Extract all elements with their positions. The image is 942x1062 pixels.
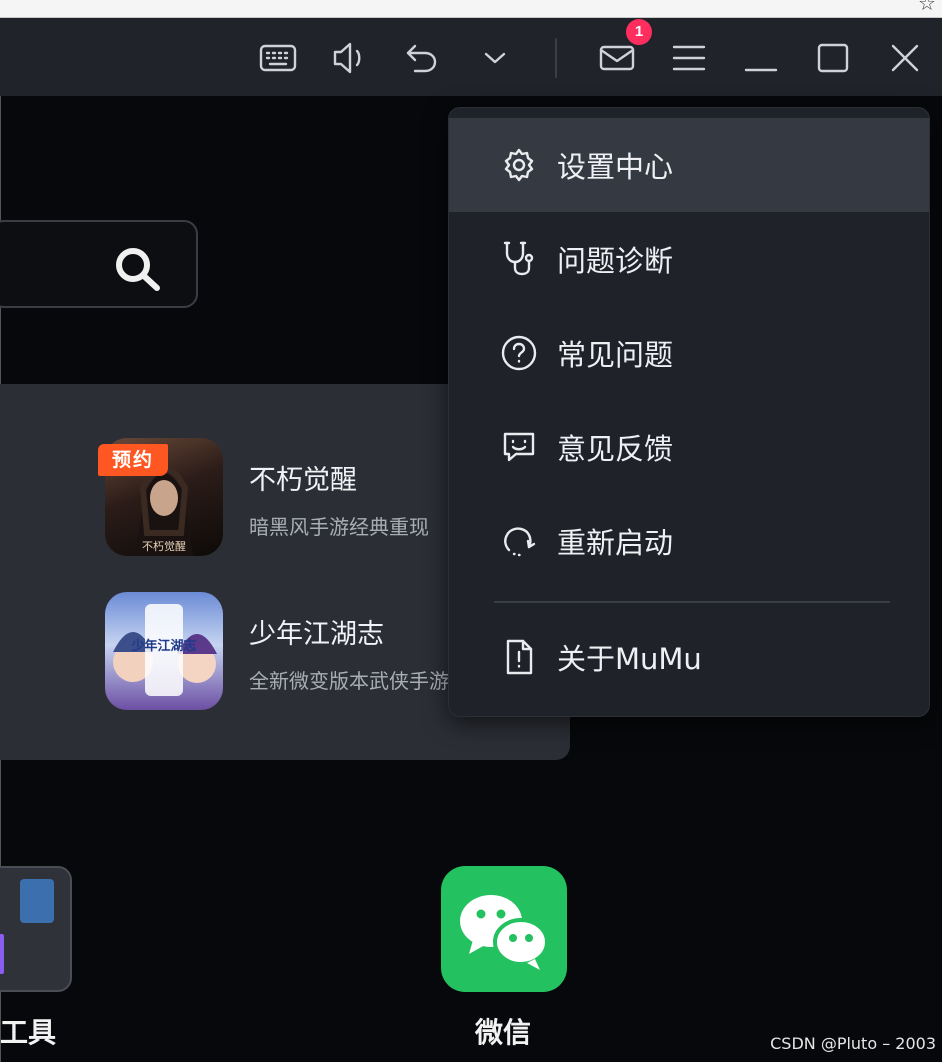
game-icon-shaonian-jianghuzhi[interactable]: 少年江湖志 xyxy=(105,592,223,710)
keyboard-icon xyxy=(259,44,297,72)
close-button[interactable] xyxy=(885,39,925,77)
hamburger-menu-icon xyxy=(672,45,706,71)
wechat-app-label[interactable]: 微信 xyxy=(475,1011,531,1051)
game-description: 全新微变版本武侠手游 xyxy=(249,669,449,693)
game-title[interactable]: 少年江湖志 xyxy=(249,612,384,651)
watermark: CSDN @Pluto – 2003 xyxy=(770,1034,936,1053)
menu-item-label: 设置中心 xyxy=(557,150,674,184)
search-bar[interactable] xyxy=(0,220,198,308)
mail-icon xyxy=(599,45,635,71)
menu-item-faq[interactable]: 常见问题 xyxy=(449,306,929,400)
minimize-button[interactable] xyxy=(741,39,781,77)
browser-top-strip: ☆ xyxy=(0,0,942,18)
menu-item-label: 关于MuMu xyxy=(557,642,702,676)
game-description: 暗黑风手游经典重现 xyxy=(249,515,429,539)
close-icon xyxy=(891,44,919,72)
bookmark-star-icon[interactable]: ☆ xyxy=(916,0,938,14)
volume-button[interactable] xyxy=(330,39,370,77)
menu-item-diagnosis[interactable]: 问题诊断 xyxy=(449,212,929,306)
mail-badge: 1 xyxy=(626,19,652,45)
game2-artwork: 少年江湖志 xyxy=(113,604,217,696)
game2-poster-text: 少年江湖志 xyxy=(130,638,196,654)
feedback-smile-icon xyxy=(499,427,539,467)
menu-item-label: 问题诊断 xyxy=(557,244,674,278)
messages-button[interactable] xyxy=(597,39,637,77)
menu-item-label: 常见问题 xyxy=(557,338,674,372)
menu-item-about[interactable]: 关于MuMu xyxy=(449,610,929,704)
undo-icon xyxy=(406,44,437,73)
menu-button[interactable] xyxy=(669,39,709,77)
tool-app-thumbnail xyxy=(0,934,4,974)
wechat-logo-icon xyxy=(460,895,549,970)
menu-item-label: 重新启动 xyxy=(557,526,674,560)
emulator-titlebar: 1 xyxy=(0,18,942,96)
game-title[interactable]: 不朽觉醒 xyxy=(249,458,357,497)
more-dropdown-button[interactable] xyxy=(475,39,515,77)
back-button[interactable] xyxy=(402,39,442,77)
keyboard-button[interactable] xyxy=(258,39,298,77)
maximize-icon xyxy=(817,43,849,73)
menu-item-label: 意见反馈 xyxy=(557,432,674,466)
gear-icon xyxy=(499,145,539,185)
wechat-app-icon[interactable] xyxy=(441,866,567,992)
chevron-down-icon xyxy=(484,52,506,64)
main-dropdown-menu: 设置中心 问题诊断 常见问题 意见反馈 重新启动 关于MuMu xyxy=(448,107,930,717)
minimize-icon xyxy=(744,68,778,72)
maximize-button[interactable] xyxy=(813,39,853,77)
game1-poster-text: 不朽觉醒 xyxy=(142,539,186,553)
tools-folder-label[interactable]: 工具 xyxy=(0,1011,56,1051)
reserve-tag: 预约 xyxy=(98,444,168,476)
menu-item-restart[interactable]: 重新启动 xyxy=(449,494,929,588)
search-icon[interactable] xyxy=(113,246,165,292)
help-circle-icon xyxy=(499,333,539,373)
info-document-icon xyxy=(499,637,539,677)
volume-icon xyxy=(333,42,361,74)
menu-item-feedback[interactable]: 意见反馈 xyxy=(449,400,929,494)
menu-item-settings[interactable]: 设置中心 xyxy=(449,118,929,212)
menu-divider xyxy=(494,601,890,603)
tool-app-thumbnail xyxy=(20,879,54,923)
stethoscope-icon xyxy=(499,239,539,279)
restart-icon xyxy=(499,521,539,561)
titlebar-separator xyxy=(555,38,557,78)
